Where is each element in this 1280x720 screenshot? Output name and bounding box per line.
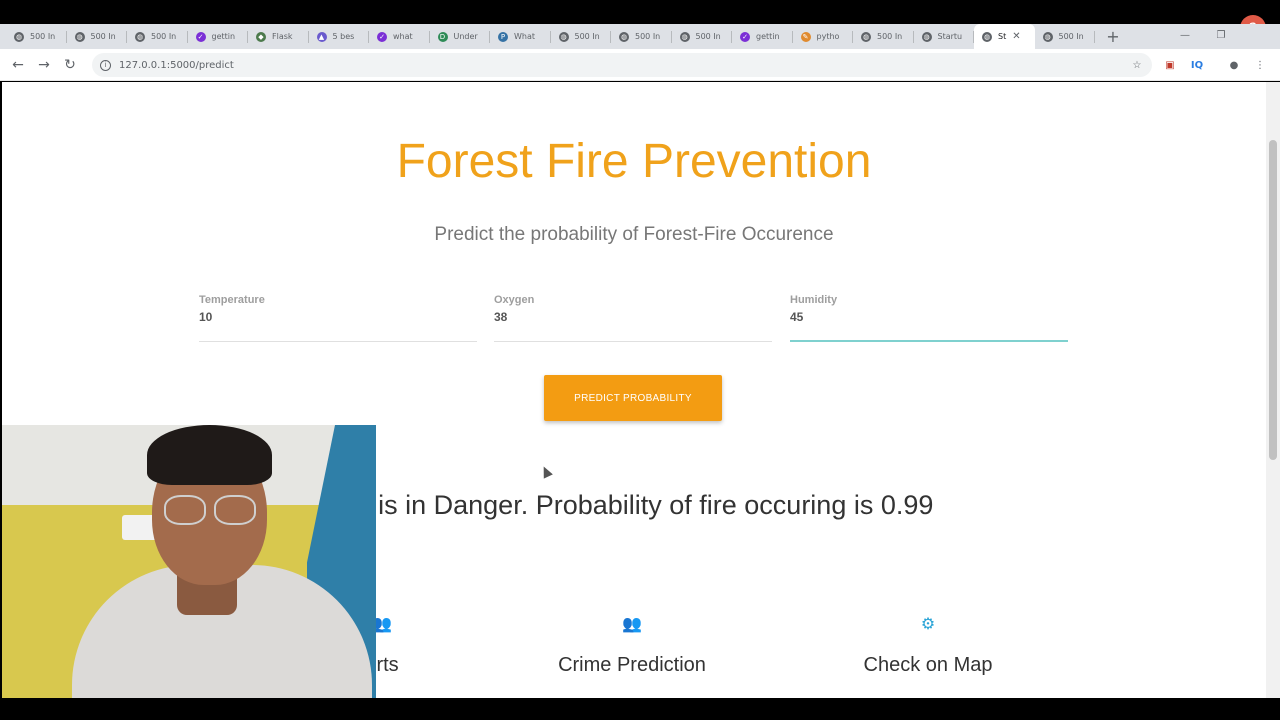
globe-icon: ◍ [982,31,992,42]
python-icon: P [498,31,508,42]
globe-icon: ◍ [558,31,569,42]
browser-tab[interactable]: ◍ 500 In [551,24,612,49]
page-subtitle: Predict the probability of Forest-Fire O… [434,224,834,245]
browser-tab[interactable]: ✎ pytho [793,24,854,49]
new-tab-icon[interactable]: + [1101,25,1125,49]
browser-toolbar: ← → ↻ i 127.0.0.1:5000/predict ☆ ▣ IQ ● … [0,49,1280,81]
tab-label: gettin [211,32,236,41]
humidity-field: Humidity [790,294,1068,342]
tab-label: 500 In [574,32,600,41]
tab-label: what [393,32,413,41]
browser-tab[interactable]: ✓ what [369,24,430,49]
oxygen-input[interactable] [494,310,772,324]
browser-tab[interactable]: ✓ gettin [732,24,793,49]
temperature-input[interactable] [199,310,477,324]
tab-label: 500 In [90,32,116,41]
globe-icon: ◍ [1042,31,1053,42]
globe-icon: ◍ [135,31,145,42]
extension-icon[interactable]: ▣ [1162,57,1178,73]
star-icon[interactable]: ☆ [1129,57,1145,73]
tab-label: 500 In [1058,32,1084,41]
forward-icon[interactable]: → [34,55,54,75]
webcam-person-hair [147,425,272,485]
browser-tab[interactable]: ✓ gettin [188,24,249,49]
globe-icon: ◍ [679,31,690,42]
browser-tab[interactable]: ◍ Startu [914,24,975,49]
page-scrollbar[interactable] [1266,82,1280,698]
tab-label: Startu [937,32,963,41]
restore-icon[interactable]: ❐ [1206,24,1236,46]
browser-tab[interactable]: ◍ 500 In [853,24,914,49]
close-icon[interactable]: ✕ [1012,31,1020,42]
tab-strip: ◍ 500 In ◍ 500 In ◍ 500 In ✓ gettin ◆ Flask ▲ 5 bes… [0,24,1280,49]
pencil-icon: ✎ [800,31,811,42]
tab-label: 500 In [635,32,661,41]
bottom-letterbox [0,698,1280,720]
browser-tab[interactable]: ◍ 500 In [611,24,672,49]
predict-probability-button[interactable]: PREDICT PROBABILITY [544,375,722,421]
browser-tab[interactable]: P What [490,24,551,49]
browser-tab[interactable]: ◍ 500 In [127,24,188,49]
triangle-icon: ▲ [316,31,327,42]
humidity-input[interactable] [790,310,1068,324]
check-icon: ✓ [377,31,387,42]
browser-tab[interactable]: ◍ St ✕ [974,24,1035,49]
globe-icon: ◍ [861,31,871,42]
globe-icon: ◍ [619,31,629,42]
browser-tab[interactable]: ◍ 500 In [1035,24,1096,49]
browser-tab[interactable]: ◍ 500 In [67,24,128,49]
temperature-label: Temperature [199,294,265,306]
info-icon[interactable]: i [100,59,111,71]
check-icon: ✓ [740,31,750,42]
browser-tab[interactable]: ▲ 5 bes [309,24,370,49]
temperature-field: Temperature [199,294,477,342]
tab-label: 500 In [30,32,56,41]
back-icon[interactable]: ← [8,55,28,75]
tab-label: St [998,32,1007,41]
check-icon: ✓ [195,31,206,42]
tab-label: 500 In [877,32,903,41]
url-text: 127.0.0.1:5000/predict [119,59,234,71]
dl-icon: D [437,31,448,42]
webcam-overlay [2,425,376,700]
globe-icon: ◍ [921,31,932,42]
minimize-icon[interactable]: — [1170,24,1200,46]
browser-tab[interactable]: ◍ 500 In [6,24,67,49]
webcam-glasses-right [214,495,256,525]
people-icon: 👥 [622,613,642,633]
scrollbar-thumb[interactable] [1269,140,1277,460]
screen-frame: ? ◍500 In◍500 In◍500 In✓gettin◆Flask▲5 b… [0,0,1280,720]
feature-check-on-map[interactable]: ⚙ Check on Map [778,612,1078,677]
tab-label: pytho [816,32,840,41]
tab-label: Flask [272,32,293,41]
feature-title: Crime Prediction [558,654,706,676]
reload-icon[interactable]: ↻ [60,55,80,75]
gear-icon: ⚙ [920,613,936,633]
feature-crime-prediction[interactable]: 👥 Crime Prediction [482,612,782,677]
tab-label: gettin [756,32,780,41]
tab-label: 5 bes [332,32,355,41]
profile-avatar[interactable]: ● [1226,57,1242,73]
tab-label: What [514,32,536,41]
globe-icon: ◍ [14,31,24,42]
flask-icon: ◆ [256,31,266,42]
globe-icon: ◍ [74,31,85,42]
oxygen-label: Oxygen [494,294,535,306]
tab-label: 500 In [695,32,721,41]
menu-icon[interactable]: ⋮ [1252,57,1268,73]
humidity-label: Humidity [790,294,838,306]
mouse-cursor-icon [539,464,553,479]
browser-tab[interactable]: D Under [430,24,491,49]
page-title: Forest Fire Prevention [396,135,872,188]
browser-tab[interactable]: ◍ 500 In [672,24,733,49]
feature-title: Check on Map [863,654,993,676]
tab-label: 500 In [151,32,177,41]
tab-label: Under [453,32,478,41]
webcam-glasses-left [164,495,206,525]
oxygen-field: Oxygen [494,294,772,342]
address-bar[interactable]: i 127.0.0.1:5000/predict [92,53,1152,77]
iq-extension-icon[interactable]: IQ [1189,57,1205,73]
browser-tab[interactable]: ◆ Flask [248,24,309,49]
